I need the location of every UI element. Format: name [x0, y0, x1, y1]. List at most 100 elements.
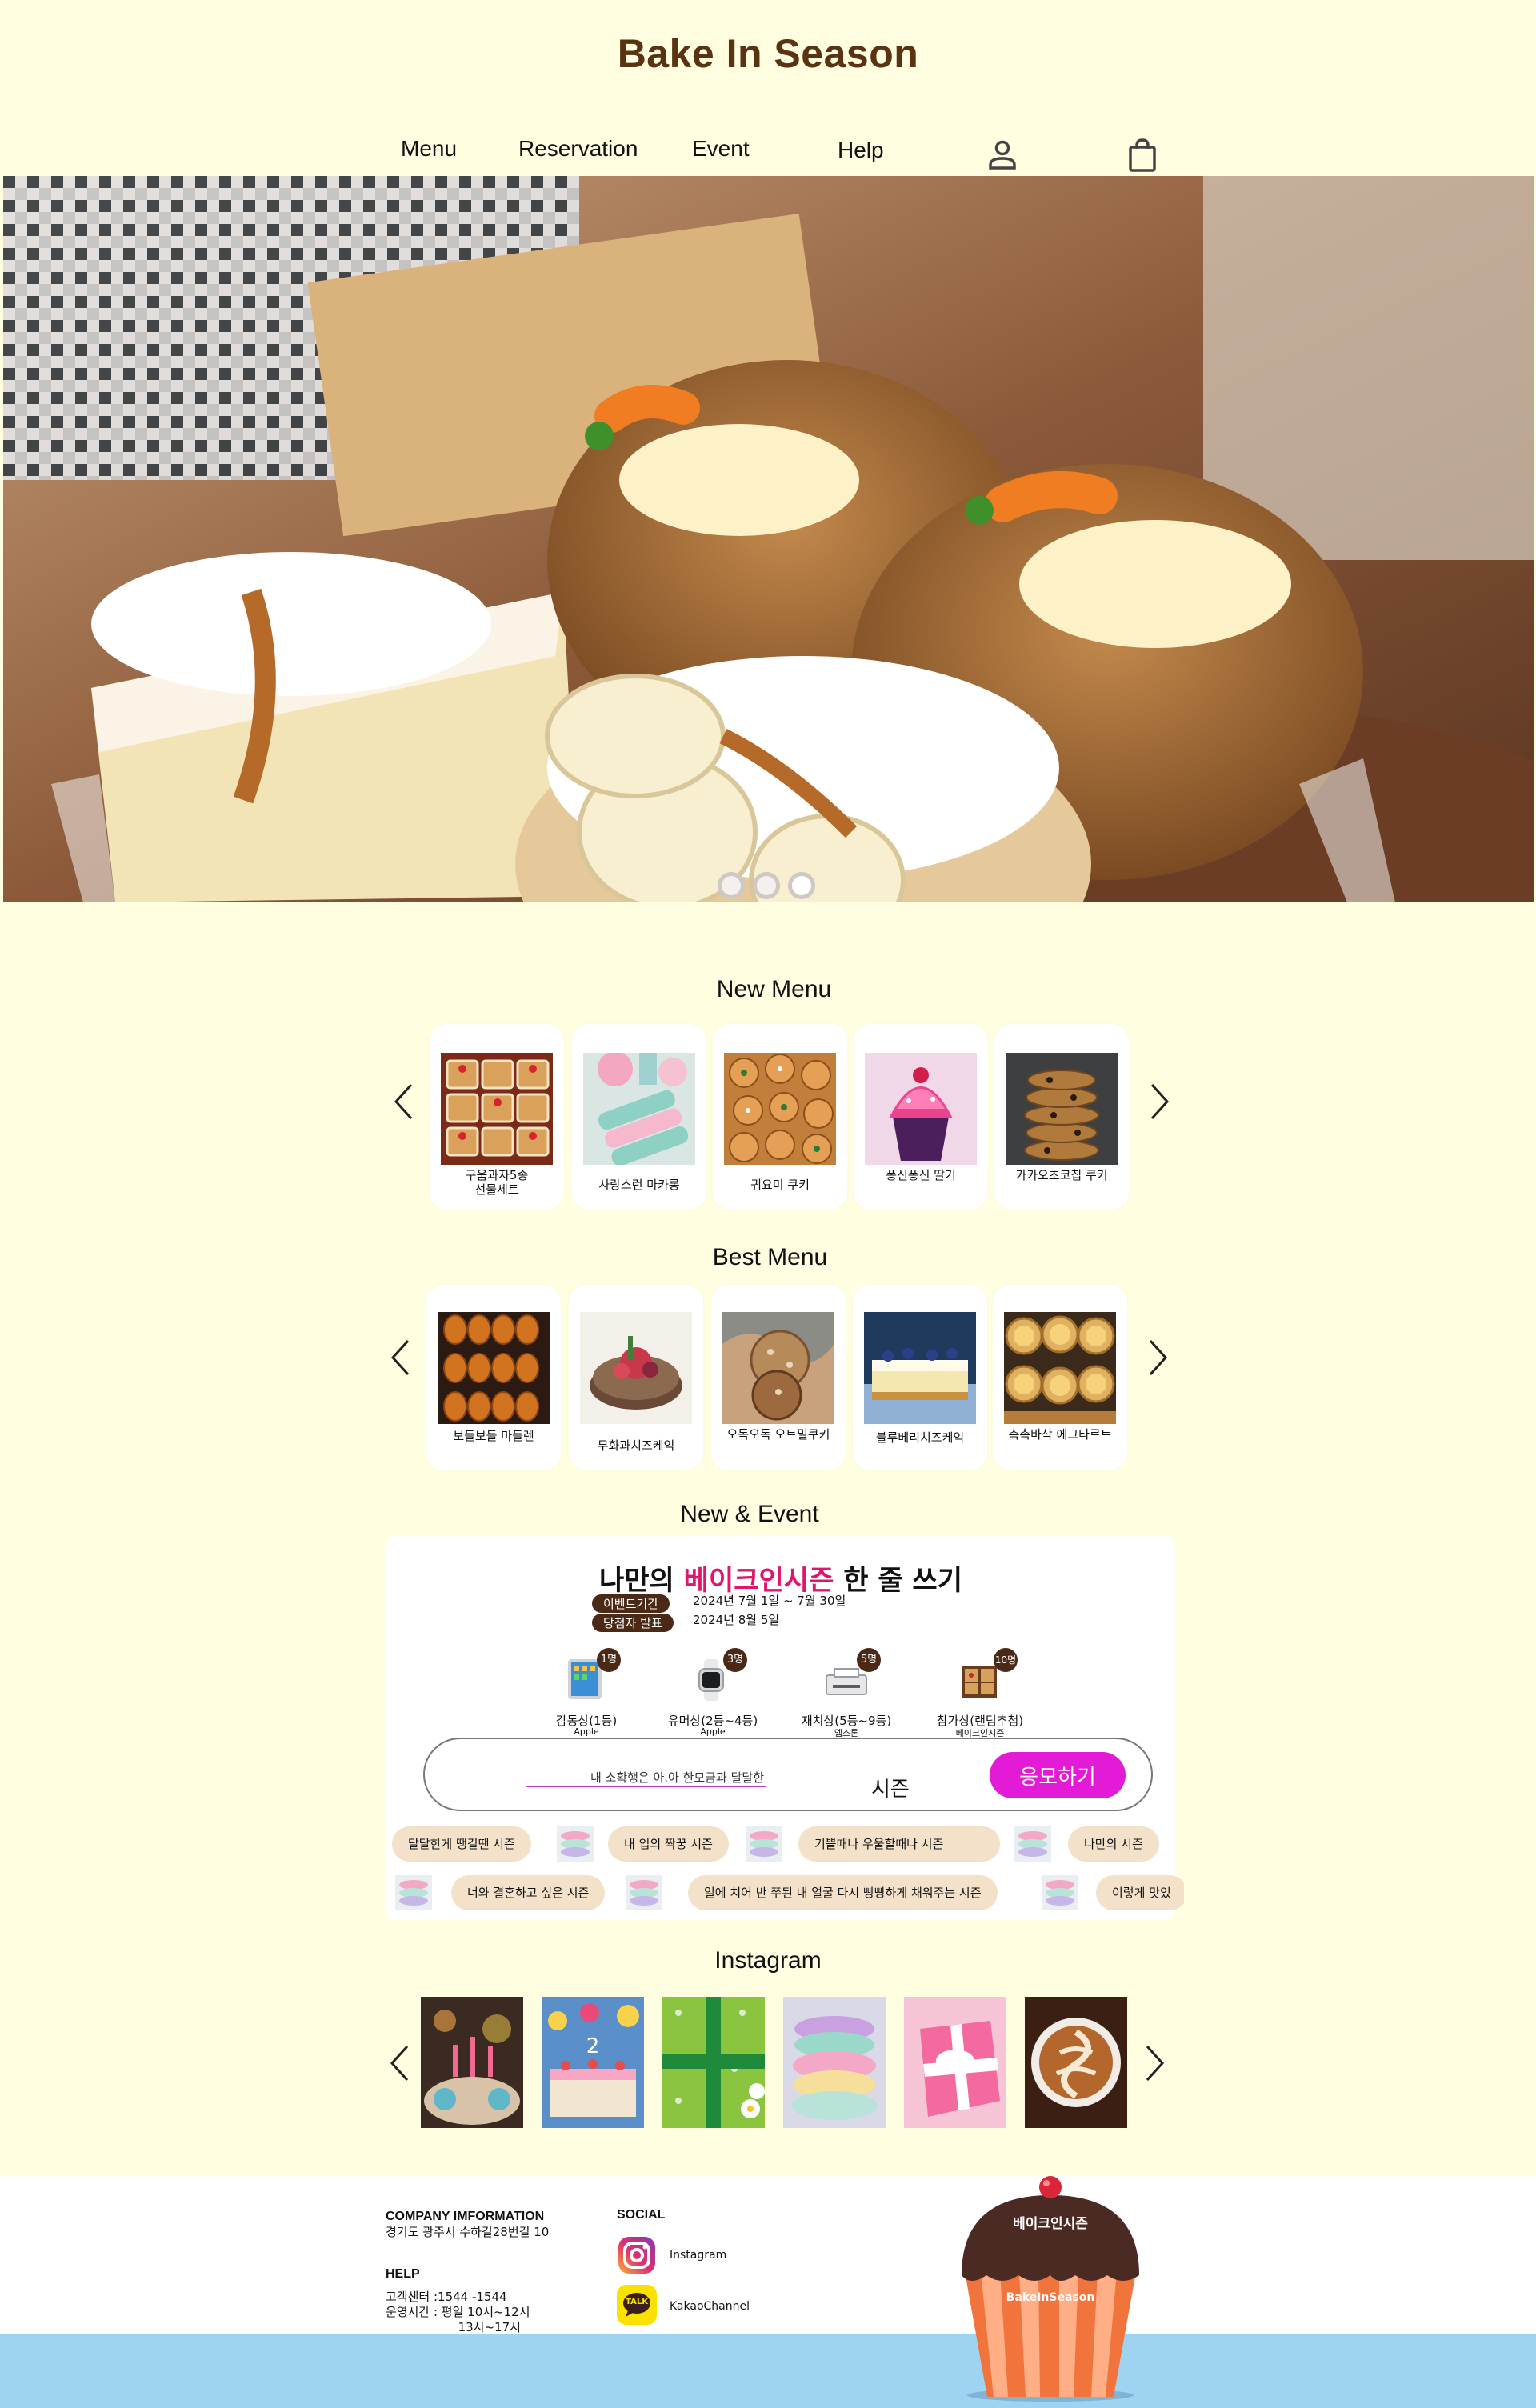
madeleine-image	[438, 1312, 550, 1424]
apply-button[interactable]: 응모하기	[990, 1752, 1126, 1798]
macaron-thumb-icon	[626, 1875, 662, 1910]
user-icon[interactable]	[986, 138, 1019, 171]
prize-1-badge: 1명	[597, 1648, 621, 1672]
instagram-post-latte-art[interactable]	[1025, 1997, 1127, 2128]
best-menu-card-4[interactable]: 블루베리치즈케익	[853, 1285, 987, 1470]
chocochip-cookie-image	[1006, 1053, 1118, 1165]
nav-reservation[interactable]: Reservation	[518, 136, 638, 162]
new-menu-card-5[interactable]: 카카오초코칩 쿠키	[994, 1024, 1129, 1210]
printer-icon	[825, 1667, 868, 1699]
instagram-icon	[617, 2235, 657, 2275]
event-panel: 나만의 베이크인시즌 한 줄 쓰기 이벤트기간 2024년 7월 1일 ~ 7월…	[386, 1536, 1175, 1920]
kakaotalk-icon: TALK	[617, 2285, 657, 2325]
egg-tart-image	[1004, 1312, 1116, 1424]
social-kakao-label: KakaoChannel	[670, 2300, 750, 2313]
nav-menu[interactable]: Menu	[401, 136, 457, 162]
instagram-post-birthday-cupcakes[interactable]	[421, 1997, 523, 2128]
mascot-english-label: BakeInSeason	[1006, 2291, 1095, 2304]
entries-row-1: 달달한게 땡길땐 시즌 내 입의 짝꿍 시즌 기쁠때나 우울할때나 시즌 나만의…	[392, 1826, 1176, 1862]
new-menu-card-4[interactable]: 퐁신퐁신 딸기	[854, 1024, 988, 1210]
event-entry-suffix: 시즌	[871, 1778, 910, 1802]
best-menu-label-4: 블루베리치즈케익	[875, 1430, 965, 1445]
help-info: 고객센터 :1544 -1544 운영시간 : 평일 10시~12시 13시~1…	[386, 2290, 530, 2334]
macaron-thumb-icon	[395, 1875, 432, 1910]
help-heading: HELP	[386, 2267, 420, 2281]
svg-text:2: 2	[586, 2034, 600, 2058]
instagram-title: Instagram	[714, 1947, 822, 1974]
blueberry-cheesecake-image	[864, 1312, 976, 1424]
prize-4-badge: 10명	[994, 1648, 1018, 1672]
instagram-post-gift-flowers[interactable]	[662, 1997, 765, 2128]
new-menu-next-arrow[interactable]	[1149, 1082, 1171, 1122]
hero-banner-image	[3, 176, 1534, 902]
event-section-title: New & Event	[680, 1501, 819, 1527]
social-kakao-link[interactable]: TALK KakaoChannel	[617, 2285, 809, 2326]
hero-slide-dot-1[interactable]	[718, 872, 745, 899]
event-entry-form: 시즌 응모하기	[423, 1738, 1153, 1811]
hero-slide-dot-3[interactable]	[788, 872, 815, 899]
nav-event[interactable]: Event	[692, 136, 750, 162]
nav-help[interactable]: Help	[838, 138, 884, 163]
new-menu-label-3: 귀요미 쿠키	[750, 1178, 810, 1192]
instagram-next-arrow[interactable]	[1144, 2043, 1166, 2083]
entry-chip[interactable]: 나만의 시즌	[1068, 1826, 1159, 1862]
macaron-image	[583, 1053, 695, 1165]
prize-1-sub: Apple	[574, 1726, 599, 1737]
new-menu-prev-arrow[interactable]	[392, 1082, 414, 1122]
oatmeal-cookie-image	[722, 1312, 834, 1424]
best-menu-label-5: 촉촉바삭 에그타르트	[1008, 1427, 1112, 1442]
hero-slide-dot-2[interactable]	[753, 872, 780, 899]
gift-box-icon	[960, 1661, 998, 1699]
new-menu-card-3[interactable]: 귀요미 쿠키	[713, 1024, 847, 1210]
entry-chip[interactable]: 너와 결혼하고 싶은 시즌	[451, 1875, 606, 1910]
new-menu-label-2: 사랑스런 마카롱	[598, 1178, 680, 1192]
apple-watch-icon	[698, 1659, 725, 1701]
entries-row-2: 너와 결혼하고 싶은 시즌 일에 치어 반 쭈된 내 얼굴 다시 빵빵하게 채워…	[392, 1874, 1184, 1912]
instagram-post-pink-gift[interactable]	[904, 1997, 1006, 2128]
instagram-post-birthday-cake[interactable]: 2	[542, 1997, 644, 2128]
instagram-prev-arrow[interactable]	[388, 2043, 410, 2083]
best-menu-label-3: 오독오독 오트밀쿠키	[726, 1427, 830, 1442]
entry-chip[interactable]: 내 입의 짝꿍 시즌	[608, 1826, 729, 1862]
social-heading: SOCIAL	[617, 2208, 666, 2222]
company-address: 경기도 광주시 수하길28번길 10	[386, 2225, 550, 2239]
best-menu-card-5[interactable]: 촉촉바삭 에그타르트	[993, 1285, 1127, 1470]
new-menu-label-1: 구움과자5종 선물세트	[465, 1168, 529, 1197]
best-menu-label-2: 무화과치즈케익	[597, 1438, 675, 1453]
event-winner-label: 당첨자 발표	[592, 1614, 674, 1632]
new-menu-label-5: 카카오초코칩 쿠키	[1015, 1168, 1108, 1182]
mascot-korean-label: 베이크인시즌	[1013, 2216, 1088, 2232]
baked-gift-set-image	[441, 1053, 553, 1165]
macaron-thumb-icon	[557, 1826, 594, 1862]
entry-chip[interactable]: 달달한게 땡길땐 시즌	[392, 1826, 531, 1862]
macaron-thumb-icon	[1014, 1826, 1051, 1862]
macaron-thumb-icon	[1042, 1875, 1078, 1910]
cute-cookie-image	[724, 1053, 836, 1165]
best-menu-card-2[interactable]: 무화과치즈케익	[569, 1285, 703, 1470]
strawberry-cupcake-image	[865, 1053, 977, 1165]
shopping-bag-icon[interactable]	[1126, 138, 1158, 173]
instagram-post-macarons[interactable]	[783, 1997, 886, 2128]
new-menu-title: New Menu	[716, 976, 832, 1002]
social-instagram-link[interactable]: Instagram	[617, 2235, 809, 2277]
social-instagram-label: Instagram	[670, 2249, 727, 2262]
best-menu-title: Best Menu	[712, 1244, 828, 1270]
event-title-suffix: 한 줄 쓰기	[834, 1565, 962, 1597]
macaron-thumb-icon	[746, 1826, 782, 1862]
fig-cheesecake-image	[580, 1312, 692, 1424]
best-menu-next-arrow[interactable]	[1147, 1338, 1170, 1378]
best-menu-card-1[interactable]: 보들보들 마들렌	[426, 1285, 561, 1470]
best-menu-prev-arrow[interactable]	[389, 1338, 411, 1378]
new-menu-card-2[interactable]: 사랑스런 마카롱	[572, 1024, 706, 1210]
cupcake-mascot: 베이크인시즌 BakeInSeason	[957, 2170, 1144, 2402]
entry-chip[interactable]: 기쁠때나 우울할때나 시즌	[798, 1826, 1000, 1862]
kakao-badge-text: TALK	[626, 2298, 648, 2306]
event-entry-input[interactable]	[526, 1768, 766, 1787]
site-logo[interactable]: Bake In Season	[0, 30, 1536, 77]
event-period-value: 2024년 7월 1일 ~ 7월 30일	[693, 1594, 846, 1608]
new-menu-card-1[interactable]: 구움과자5종 선물세트	[430, 1024, 564, 1210]
entry-chip[interactable]: 이렇게 맛있	[1096, 1875, 1184, 1910]
new-menu-label-4: 퐁신퐁신 딸기	[886, 1168, 956, 1182]
best-menu-card-3[interactable]: 오독오독 오트밀쿠키	[711, 1285, 846, 1470]
entry-chip[interactable]: 일에 치어 반 쭈된 내 얼굴 다시 빵빵하게 채워주는 시즌	[688, 1875, 998, 1910]
